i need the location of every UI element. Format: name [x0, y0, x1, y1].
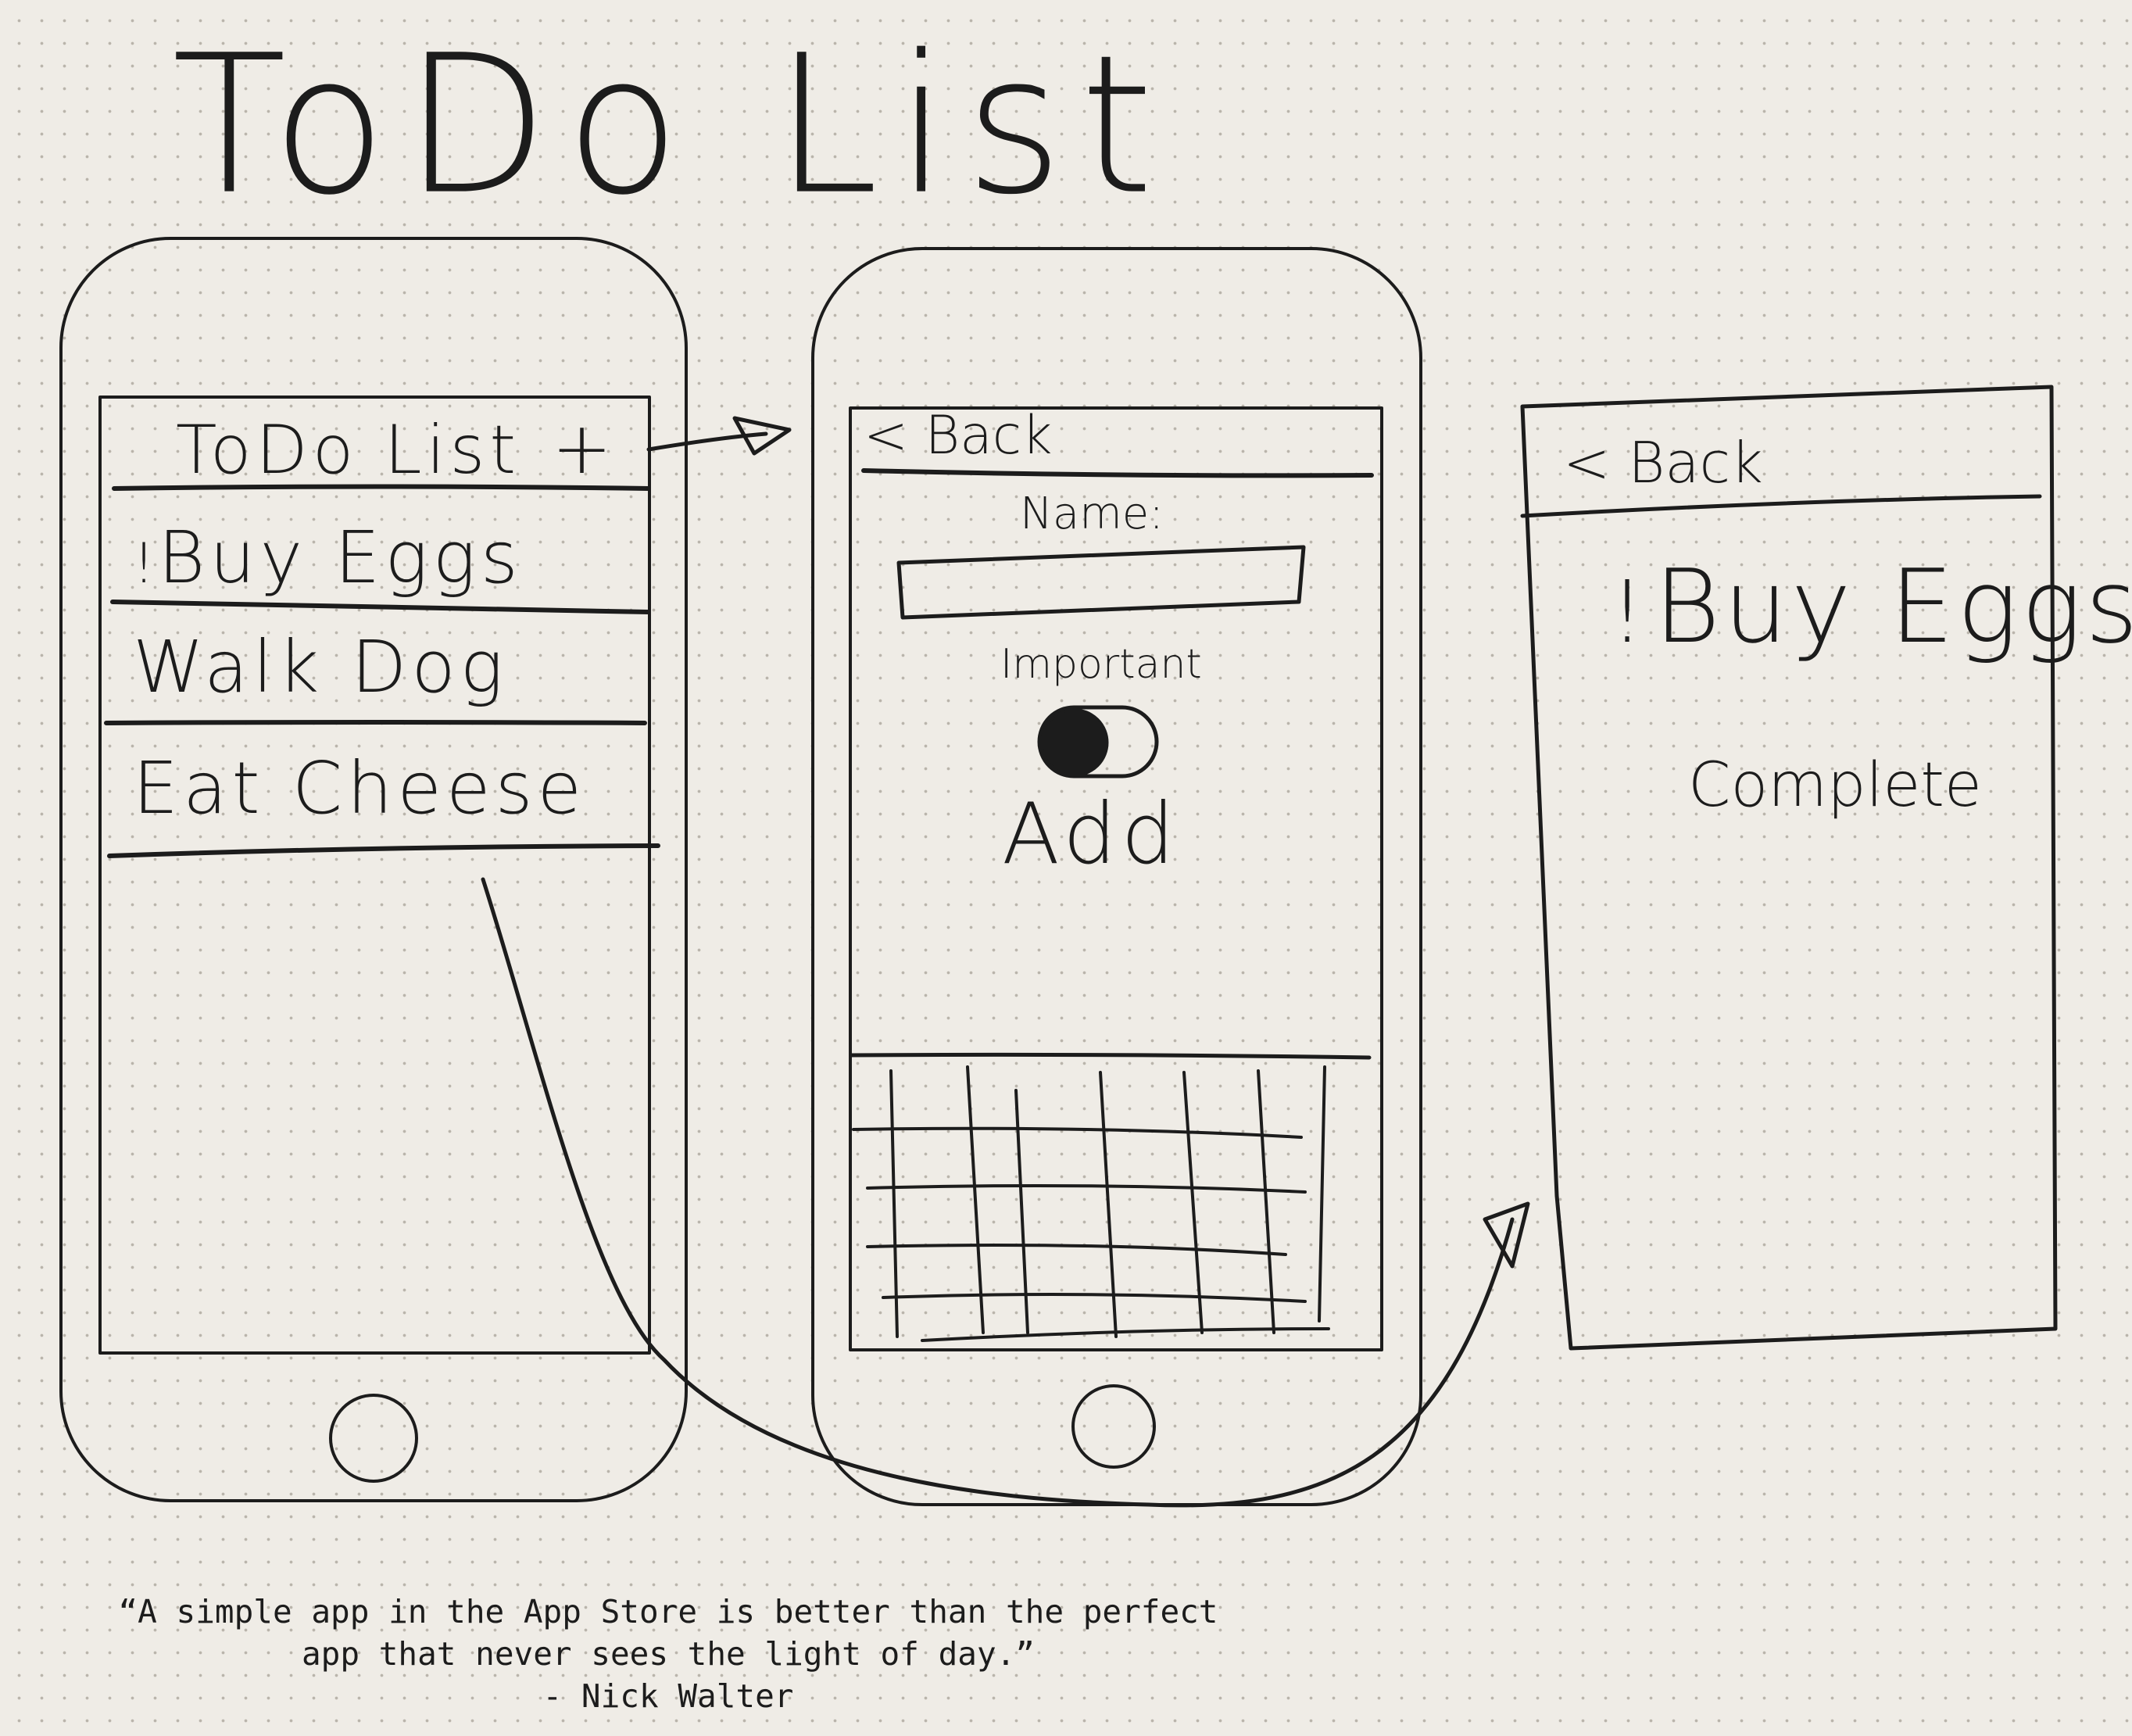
quote-line-2: app that never sees the light of day.” [302, 1635, 1035, 1673]
list-nav-title-text: ToDo List [176, 411, 521, 489]
back-button[interactable]: < Back [864, 405, 1053, 467]
detail-title: !Buy Eggs [1610, 547, 2132, 666]
add-button[interactable]: Add [1002, 786, 1179, 883]
keyboard-icon [852, 1065, 1330, 1342]
list-row-divider [110, 600, 651, 614]
quote: “A simple app in the App Store is better… [63, 1591, 1274, 1717]
quote-line-1: “A simple app in the App Store is better… [118, 1593, 1218, 1630]
important-marker: ! [133, 532, 156, 596]
list-item-label: Walk Dog [133, 625, 508, 709]
back-button[interactable]: < Back [1563, 430, 1763, 496]
list-item[interactable]: Walk Dog [133, 625, 508, 709]
toggle-knob [1040, 708, 1109, 777]
home-button-icon [1071, 1384, 1156, 1469]
complete-button[interactable]: Complete [1688, 750, 1982, 821]
list-row-divider [104, 720, 647, 725]
arrow-icon [481, 877, 1515, 1508]
list-item[interactable]: !Buy Eggs [133, 516, 523, 600]
detail-item-label: Buy Eggs [1654, 547, 2132, 666]
list-row-divider [107, 843, 660, 858]
home-button-icon [329, 1394, 418, 1483]
list-item-label: Buy Eggs [158, 516, 523, 600]
list-nav-title: ToDo List + [176, 406, 617, 490]
name-label: Name: [1020, 489, 1164, 539]
plus-icon[interactable]: + [552, 406, 617, 490]
keyboard-top-line [850, 1052, 1372, 1060]
add-nav-divider [861, 468, 1374, 478]
sketch-title: ToDo List [172, 13, 1172, 237]
list-item-label: Eat Cheese [133, 746, 587, 830]
detail-screen-frame [1520, 385, 2058, 1351]
name-text-field [896, 545, 1306, 620]
detail-nav-divider [1520, 494, 2042, 518]
list-item[interactable]: Eat Cheese [133, 746, 586, 830]
important-label: Important [1000, 641, 1202, 688]
quote-author: - Nick Walter [542, 1677, 794, 1715]
important-marker: ! [1610, 562, 1645, 662]
